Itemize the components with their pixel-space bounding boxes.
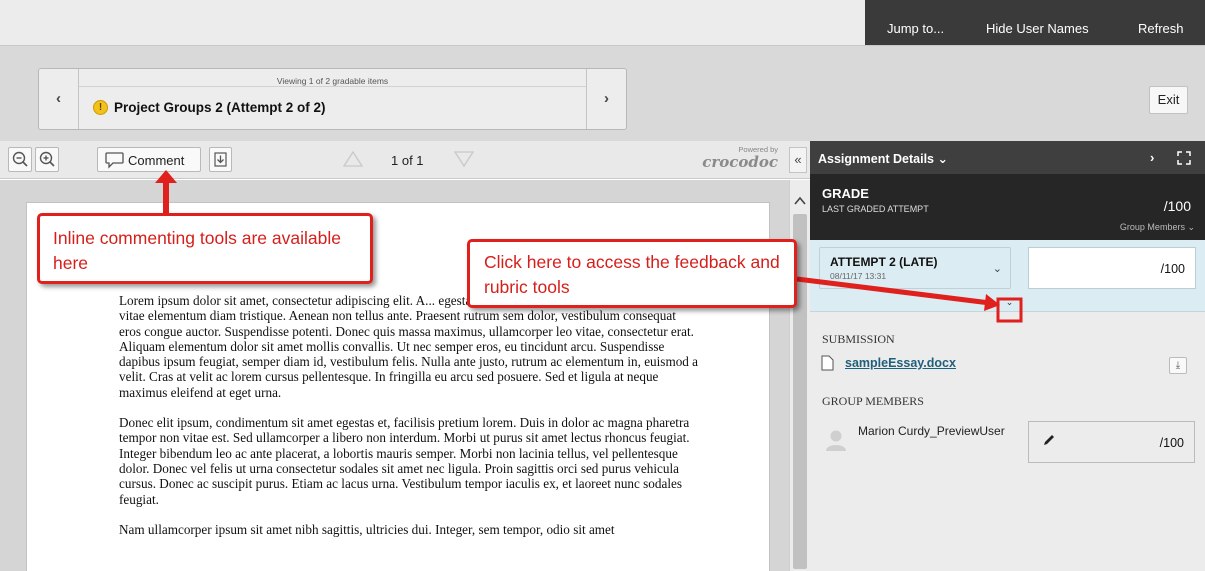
download-icon — [214, 152, 227, 167]
jump-to-link[interactable]: Jump to... — [887, 0, 944, 45]
top-nav: Jump to... Hide User Names Refresh — [865, 0, 1205, 45]
comment-icon — [105, 152, 124, 169]
attempt-selector[interactable]: ATTEMPT 2 (LATE) 08/11/17 13:31 ⌄ — [819, 247, 1011, 289]
exit-button[interactable]: Exit — [1149, 86, 1188, 114]
hide-user-names-link[interactable]: Hide User Names — [986, 0, 1089, 45]
crocodoc-brand: crocodoc — [702, 153, 778, 171]
paragraph: Donec elit ipsum, condimentum sit amet e… — [119, 415, 690, 507]
grade-label: GRADE — [822, 186, 869, 201]
expand-icon[interactable] — [1176, 150, 1192, 166]
group-members-header: GROUP MEMBERS — [822, 394, 924, 408]
crocodoc-logo: Powered by crocodoc — [688, 145, 784, 175]
attempt-title: ATTEMPT 2 (LATE) — [830, 255, 938, 269]
divider — [79, 86, 586, 87]
paragraph: Lorem ipsum dolor sit amet, consectetur … — [119, 293, 699, 400]
zoom-in-button[interactable] — [35, 147, 59, 172]
item-title: Project Groups 2 (Attempt 2 of 2) — [114, 100, 326, 115]
refresh-link[interactable]: Refresh — [1138, 0, 1184, 45]
zoom-out-icon — [12, 151, 28, 167]
chevron-down-icon: ⌄ — [992, 263, 1002, 275]
assignment-details-dropdown[interactable]: Assignment Details ⌄ — [818, 151, 948, 166]
feedback-tools-callout: Click here to access the feedback and ru… — [467, 239, 797, 308]
attempt-date: 08/11/17 13:31 — [830, 271, 887, 281]
attempt-row: ATTEMPT 2 (LATE) 08/11/17 13:31 ⌄ /100 ⌄ — [810, 240, 1205, 312]
gradable-item-navigator: ‹ Viewing 1 of 2 gradable items ! Projec… — [38, 68, 627, 130]
viewing-count-text: Viewing 1 of 2 gradable items — [276, 76, 389, 86]
feedback-rubric-toggle[interactable]: ⌄ — [1003, 297, 1016, 307]
document-toolbar: Comment 1 of 1 Powered by crocodoc « — [0, 141, 810, 179]
next-chevron-icon[interactable]: › — [1150, 150, 1154, 165]
previous-item-button[interactable]: ‹ — [39, 69, 79, 129]
next-page-icon[interactable] — [453, 150, 475, 168]
file-download-button[interactable]: ⤓ — [1169, 357, 1187, 374]
grade-summary: GRADE LAST GRADED ATTEMPT /100 Group Mem… — [810, 174, 1205, 240]
member-name: Marion Curdy_PreviewUser — [858, 424, 1005, 438]
previous-page-icon[interactable] — [342, 150, 364, 168]
gradable-item-info: Viewing 1 of 2 gradable items ! Project … — [79, 69, 586, 129]
file-icon — [821, 355, 834, 371]
zoom-out-button[interactable] — [8, 147, 32, 172]
zoom-in-icon — [39, 151, 55, 167]
warning-icon: ! — [93, 100, 108, 115]
download-document-button[interactable] — [209, 147, 232, 172]
group-members-dropdown[interactable]: Group Members ⌄ — [1120, 222, 1195, 233]
attempt-grade-value: /100 — [1160, 262, 1185, 276]
avatar — [826, 430, 846, 451]
comment-label: Comment — [128, 153, 185, 168]
paragraph: Nam ullamcorper ipsum sit amet nibh sagi… — [119, 521, 615, 537]
next-item-button[interactable]: › — [586, 69, 626, 129]
submission-header: SUBMISSION — [822, 332, 895, 346]
submission-file-link[interactable]: sampleEssay.docx — [845, 356, 956, 370]
grade-sub-label: LAST GRADED ATTEMPT — [822, 204, 929, 214]
panel-header: Assignment Details ⌄ › — [810, 141, 1205, 174]
pencil-icon — [1044, 435, 1054, 445]
page-count: 1 of 1 — [391, 153, 424, 168]
member-grade-value: /100 — [1159, 436, 1184, 450]
header-band: ‹ Viewing 1 of 2 gradable items ! Projec… — [0, 45, 1205, 141]
comment-tools-callout: Inline commenting tools are available he… — [37, 213, 373, 284]
document-text: Lorem ipsum dolor sit amet, consectetur … — [119, 293, 699, 552]
member-grade-input[interactable]: /100 — [1028, 421, 1195, 463]
attempt-grade-input[interactable]: /100 — [1028, 247, 1196, 289]
scroll-up-icon[interactable] — [794, 196, 806, 206]
grade-value: /100 — [1163, 198, 1191, 214]
collapse-panel-button[interactable]: « — [789, 147, 807, 173]
assignment-panel: Assignment Details ⌄ › GRADE LAST GRADED… — [810, 141, 1205, 571]
comment-button[interactable]: Comment — [97, 147, 201, 172]
